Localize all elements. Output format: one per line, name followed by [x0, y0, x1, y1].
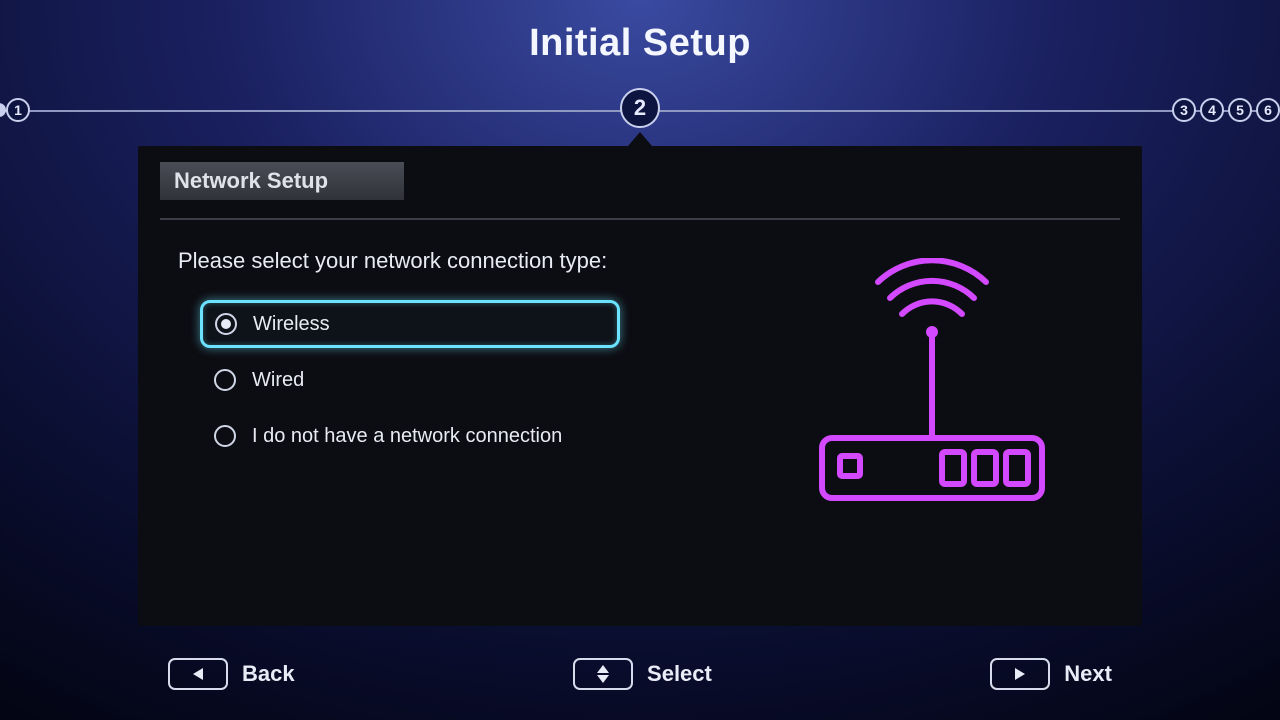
option-no-network[interactable]: I do not have a network connection [200, 412, 620, 460]
up-down-arrow-icon [573, 658, 633, 690]
option-wireless[interactable]: Wireless [200, 300, 620, 348]
option-label: I do not have a network connection [252, 425, 562, 448]
footer-hints: Back Select Next [138, 658, 1142, 690]
step-marker-5: 5 [1228, 98, 1252, 122]
radio-icon [215, 313, 237, 335]
next-label: Next [1064, 661, 1112, 687]
next-button[interactable]: Next [990, 658, 1112, 690]
panel-pointer [628, 132, 652, 146]
step-progress: 1 2 3 4 5 6 [0, 88, 1280, 132]
wireless-router-icon [792, 258, 1072, 518]
back-button[interactable]: Back [168, 658, 295, 690]
step-marker-4: 4 [1200, 98, 1224, 122]
select-button[interactable]: Select [573, 658, 712, 690]
option-list: Wireless Wired I do not have a network c… [200, 300, 712, 460]
option-wired[interactable]: Wired [200, 356, 620, 404]
radio-icon [214, 369, 236, 391]
back-label: Back [242, 661, 295, 687]
step-marker-1: 1 [6, 98, 30, 122]
select-label: Select [647, 661, 712, 687]
radio-icon [214, 425, 236, 447]
page-title: Initial Setup [0, 22, 1280, 65]
step-marker-3: 3 [1172, 98, 1196, 122]
step-marker-6: 6 [1256, 98, 1280, 122]
prompt-text: Please select your network connection ty… [178, 248, 712, 274]
panel-heading: Network Setup [160, 162, 404, 200]
left-arrow-icon [168, 658, 228, 690]
option-label: Wireless [253, 313, 330, 336]
option-label: Wired [252, 369, 304, 392]
step-marker-2-current: 2 [620, 88, 660, 128]
right-arrow-icon [990, 658, 1050, 690]
setup-panel: Network Setup Please select your network… [138, 146, 1142, 626]
